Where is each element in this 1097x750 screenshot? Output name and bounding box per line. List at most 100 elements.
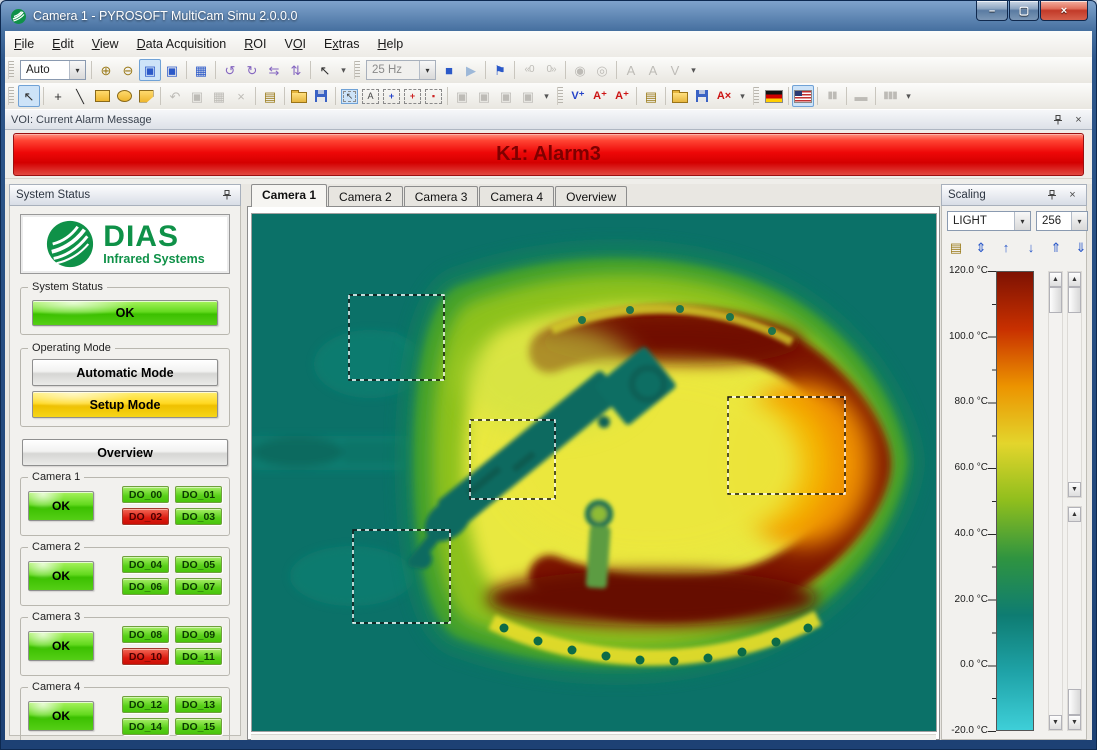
grid-icon[interactable]: ▦ xyxy=(190,59,212,81)
layout-three-vertical-icon[interactable]: ▮▮▮ xyxy=(879,85,901,107)
toolbar1-overflow-icon[interactable]: ▾ xyxy=(336,59,351,81)
roi-add-icon[interactable]: + xyxy=(383,89,400,104)
toolbar-grip-handle[interactable] xyxy=(753,87,759,105)
scroll-up-icon[interactable]: ▲ xyxy=(1049,272,1062,287)
levels-combo[interactable]: 256 ▾ xyxy=(1036,211,1088,231)
menu-roi[interactable]: ROI xyxy=(235,34,275,54)
titlebar[interactable]: Camera 1 - PYROSOFT MultiCam Simu 2.0.0.… xyxy=(1,1,1096,31)
toolbar-grip-handle[interactable] xyxy=(354,61,360,79)
toolbar2-overflow2-icon[interactable]: ▾ xyxy=(735,85,750,107)
tab-camera-2[interactable]: Camera 2 xyxy=(328,186,403,207)
step-back-icon[interactable]: «0 xyxy=(518,59,540,81)
toolbar-grip-handle[interactable] xyxy=(8,87,14,105)
voi-delete-icon[interactable]: A× xyxy=(713,85,735,107)
copy-icon[interactable]: ▣ xyxy=(186,85,208,107)
language-german-icon[interactable] xyxy=(763,85,785,107)
record-memory-icon[interactable]: ◉ xyxy=(569,59,591,81)
auto-scale-once-icon[interactable]: ⇑ xyxy=(1045,236,1067,258)
framerate-combo[interactable]: 25 Hz▾ xyxy=(366,60,436,80)
upper-limit-scrollbar[interactable]: ▲ ▼ xyxy=(1067,271,1082,498)
record-file-icon[interactable]: ◎ xyxy=(591,59,613,81)
scale-scrollbar[interactable]: ▲ ▼ xyxy=(1048,271,1063,731)
tab-camera-1[interactable]: Camera 1 xyxy=(251,184,327,207)
dropdown-arrow-icon[interactable]: ▾ xyxy=(69,61,85,79)
zoom-mode-combo[interactable]: Auto▾ xyxy=(20,60,86,80)
rotate-left-icon[interactable]: ↺ xyxy=(219,59,241,81)
toolbar-grip-handle[interactable] xyxy=(557,87,563,105)
paste-icon[interactable]: ▦ xyxy=(208,85,230,107)
menu-data-acquisition[interactable]: Data Acquisition xyxy=(128,34,236,54)
select-cursor-icon[interactable]: ↖ xyxy=(18,85,40,107)
toolbar2-overflow-icon[interactable]: ▾ xyxy=(539,85,554,107)
roi-select-icon[interactable]: ↖ xyxy=(341,89,358,104)
save-roi-file-icon[interactable] xyxy=(310,85,332,107)
voi-table-icon[interactable]: ▤ xyxy=(640,85,662,107)
scaling-properties-icon[interactable]: ▤ xyxy=(945,236,967,258)
overview-button[interactable]: Overview xyxy=(22,439,228,466)
bring-forward-icon[interactable]: ▣ xyxy=(495,85,517,107)
ellipse-roi-icon[interactable] xyxy=(113,85,135,107)
toolbar-grip-handle[interactable] xyxy=(8,61,14,79)
tab-camera-3[interactable]: Camera 3 xyxy=(404,186,479,207)
alarm-voi-add-icon[interactable]: A⁺ xyxy=(589,85,611,107)
dropdown-arrow-icon[interactable]: ▾ xyxy=(1071,212,1087,230)
pin-icon[interactable] xyxy=(219,189,234,202)
voi-add-icon[interactable]: V⁺ xyxy=(567,85,589,107)
scroll-down-icon[interactable]: ▼ xyxy=(1049,715,1062,730)
pin-icon[interactable] xyxy=(1050,113,1065,126)
polygon-roi-icon[interactable] xyxy=(135,85,157,107)
close-icon[interactable]: × xyxy=(1071,113,1086,126)
line-roi-icon[interactable]: ╲ xyxy=(69,85,91,107)
horizontal-scrollbar[interactable] xyxy=(251,734,936,740)
thermal-image[interactable] xyxy=(251,213,937,732)
scroll-down-icon[interactable]: ▼ xyxy=(1068,482,1081,497)
save-image-a-icon[interactable]: A xyxy=(620,59,642,81)
flip-horizontal-icon[interactable]: ⇆ xyxy=(263,59,285,81)
scrollbar-thumb[interactable] xyxy=(1068,287,1081,313)
maximize-button[interactable]: ▢ xyxy=(1009,1,1039,21)
roi-delete-icon[interactable]: ▪ xyxy=(425,89,442,104)
close-icon[interactable]: × xyxy=(1065,189,1080,202)
send-back-icon[interactable]: ▣ xyxy=(473,85,495,107)
expand-range-icon[interactable]: ⇕ xyxy=(970,236,992,258)
automatic-mode-button[interactable]: Automatic Mode xyxy=(32,359,218,386)
cursor-position-icon[interactable]: ↖ xyxy=(314,59,336,81)
layout-two-horizontal-icon[interactable]: ▬ xyxy=(850,85,872,107)
save-voi-file-icon[interactable] xyxy=(691,85,713,107)
minimize-button[interactable]: – xyxy=(976,1,1008,21)
stop-icon[interactable]: ■ xyxy=(438,59,460,81)
roi-table-icon[interactable]: ▤ xyxy=(259,85,281,107)
scroll-down-icon[interactable]: ▼ xyxy=(1068,715,1081,730)
menu-file[interactable]: File xyxy=(5,34,43,54)
dropdown-arrow-icon[interactable]: ▾ xyxy=(1014,212,1030,230)
lower-upper-limit-icon[interactable]: ↓ xyxy=(1020,236,1042,258)
play-icon[interactable]: ▶ xyxy=(460,59,482,81)
save-sequence-a-icon[interactable]: A xyxy=(642,59,664,81)
toolbar1-overflow2-icon[interactable]: ▾ xyxy=(686,59,701,81)
setup-mode-button[interactable]: Setup Mode xyxy=(32,391,218,418)
lower-limit-scrollbar[interactable]: ▲ ▼ xyxy=(1067,506,1082,731)
roi-label-icon[interactable]: A xyxy=(362,89,379,104)
scroll-up-icon[interactable]: ▲ xyxy=(1068,507,1081,522)
delete-icon[interactable]: × xyxy=(230,85,252,107)
menu-voi[interactable]: VOI xyxy=(275,34,315,54)
save-video-v-icon[interactable]: V xyxy=(664,59,686,81)
roi-add-alarm-icon[interactable]: + xyxy=(404,89,421,104)
layout-two-vertical-icon[interactable]: ▮▮ xyxy=(821,85,843,107)
open-voi-file-icon[interactable] xyxy=(669,85,691,107)
send-backward-icon[interactable]: ▣ xyxy=(517,85,539,107)
scrollbar-thumb[interactable] xyxy=(1068,689,1081,715)
step-forward-icon[interactable]: 0» xyxy=(540,59,562,81)
scroll-up-icon[interactable]: ▲ xyxy=(1068,272,1081,287)
menu-help[interactable]: Help xyxy=(368,34,412,54)
zoom-in-icon[interactable]: ⊕ xyxy=(95,59,117,81)
rotate-right-icon[interactable]: ↻ xyxy=(241,59,263,81)
auto-scale-continuous-icon[interactable]: ⇓ xyxy=(1070,236,1092,258)
full-image-icon[interactable]: ▣ xyxy=(161,59,183,81)
point-roi-icon[interactable]: + xyxy=(47,85,69,107)
toolbar2-overflow3-icon[interactable]: ▾ xyxy=(901,85,916,107)
palette-combo[interactable]: LIGHT ▾ xyxy=(947,211,1031,231)
scrollbar-thumb[interactable] xyxy=(1049,287,1062,313)
menu-edit[interactable]: Edit xyxy=(43,34,83,54)
flip-vertical-icon[interactable]: ⇅ xyxy=(285,59,307,81)
